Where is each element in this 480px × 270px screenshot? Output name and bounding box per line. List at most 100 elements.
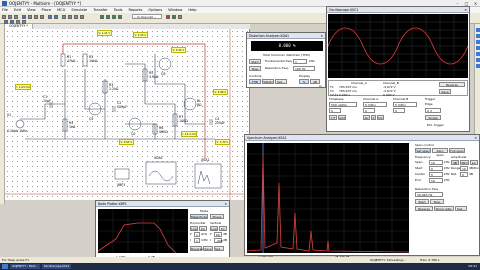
- add-mode-button[interactable]: Add: [338, 115, 346, 120]
- save-icon[interactable]: [14, 15, 18, 19]
- probe-label[interactable]: V: 4.88 V: [213, 89, 228, 95]
- set-button[interactable]: Set...: [275, 79, 287, 84]
- ref-input[interactable]: 0: [460, 172, 468, 177]
- probe-label[interactable]: V: 2.45 V: [133, 32, 148, 38]
- new-icon[interactable]: [2, 15, 6, 19]
- center-input[interactable]: 5: [429, 172, 443, 177]
- run-sim-icon[interactable]: [172, 15, 176, 19]
- probe-label[interactable]: V: 1.21 V: [97, 30, 112, 36]
- schematic-canvas[interactable]: R1 47kΩ C1 10µF R2 10kΩ R3 2.2kΩ C2 100µ…: [5, 29, 250, 200]
- v-final-input[interactable]: 60: [214, 232, 222, 237]
- magnitude-button[interactable]: Magnitude: [190, 214, 208, 219]
- show-refer-button[interactable]: Show refer.: [434, 206, 454, 211]
- channel-b-scale-input[interactable]: 5 V/Div: [393, 102, 417, 107]
- wattmeter-icon[interactable]: [476, 40, 480, 44]
- fund-freq-input[interactable]: 1: [293, 59, 307, 64]
- stop-button[interactable]: Stop: [430, 199, 444, 204]
- bode-plotter-icon[interactable]: [476, 52, 480, 56]
- bode-plotter-window[interactable]: Bode Plotter-XBP1 × Mode Magnitude Phase…: [95, 200, 230, 262]
- channel-a-scale-input[interactable]: 5 V/Div: [363, 102, 387, 107]
- probe-label[interactable]: V: 5.92 V: [171, 47, 186, 53]
- menu-simulate[interactable]: Simulate: [71, 8, 87, 12]
- percent-button[interactable]: %: [299, 79, 309, 84]
- open-icon[interactable]: [8, 15, 12, 19]
- close-icon[interactable]: ×: [474, 135, 477, 141]
- trigger-level-input[interactable]: 0 V: [425, 108, 441, 113]
- close-icon[interactable]: ×: [320, 33, 323, 39]
- component-transistor-icon[interactable]: [118, 15, 122, 19]
- v-initial-input[interactable]: -200: [214, 238, 223, 243]
- sinad-button[interactable]: SINAD: [262, 79, 274, 84]
- in-use-list-combo[interactable]: -- In-Use List --: [132, 14, 162, 19]
- menu-reports[interactable]: Reports: [129, 8, 143, 12]
- set-span-button[interactable]: Set span: [415, 148, 431, 153]
- component-ref[interactable]: Q3: [161, 72, 166, 76]
- taskbar-item[interactable]: Oscilloscope-XSC1: [41, 264, 72, 269]
- close-icon[interactable]: ×: [464, 7, 467, 13]
- v-log-button[interactable]: Log: [210, 226, 218, 231]
- component-ref[interactable]: Q2: [131, 132, 136, 136]
- menu-mcu[interactable]: MCU: [57, 8, 65, 12]
- channel-a-ypos-input[interactable]: 0: [363, 108, 375, 113]
- stop-sim-icon[interactable]: [166, 15, 170, 19]
- probe-label[interactable]: I: 12.4 mA: [181, 131, 198, 137]
- menu-place[interactable]: Place: [42, 8, 52, 12]
- probe-label[interactable]: I: 1.03 mA: [15, 84, 32, 90]
- resolution-input[interactable]: 39.063 Hz: [415, 192, 443, 197]
- start-input[interactable]: 0: [429, 166, 443, 171]
- thd-button[interactable]: THD: [249, 79, 261, 84]
- paste-icon[interactable]: [40, 15, 44, 19]
- instrument-ref[interactable]: XBP1: [117, 183, 125, 187]
- distortion-analyzer-window[interactable]: Distortion Analyzer-XDA1 × 0.000 % Total…: [246, 32, 326, 88]
- start-button[interactable]: Start: [415, 199, 429, 204]
- close-icon[interactable]: ×: [224, 201, 227, 207]
- distortion-analyzer-icon[interactable]: [476, 64, 480, 68]
- oscilloscope-window[interactable]: Oscilloscope-XSC1 × Channel_A Channel_B …: [326, 6, 470, 132]
- v-lin-button[interactable]: Lin: [219, 226, 227, 231]
- component-source-icon[interactable]: [100, 15, 104, 19]
- zero-span-button[interactable]: Zero span: [432, 148, 448, 157]
- stop-button[interactable]: Stop: [249, 66, 261, 71]
- save-button[interactable]: Save: [203, 246, 213, 251]
- ac-coupling-button[interactable]: AC: [363, 115, 370, 120]
- x-position-input[interactable]: 0: [329, 108, 341, 113]
- component-ref[interactable]: Q1: [89, 117, 94, 121]
- yt-mode-button[interactable]: Y/T: [329, 115, 337, 120]
- pause-sim-icon[interactable]: [178, 15, 182, 19]
- start-menu-icon[interactable]: [2, 264, 8, 269]
- set-button[interactable]: Set...: [455, 206, 467, 211]
- reverse-button[interactable]: Reverse: [439, 82, 465, 87]
- instrument-ref[interactable]: XDA1: [154, 156, 163, 160]
- menu-view[interactable]: View: [27, 8, 36, 12]
- spectrum-analyzer-title[interactable]: Spectrum Analyzer-XSA1 ×: [245, 135, 479, 141]
- channel-b-ypos-input[interactable]: 0: [393, 108, 405, 113]
- multimeter-icon[interactable]: [476, 28, 480, 32]
- amp-db-button[interactable]: dB: [451, 160, 459, 165]
- taskbar-item[interactable]: OOJENTYY - Mult...: [10, 264, 40, 269]
- cut-icon[interactable]: [28, 15, 32, 19]
- menu-tools[interactable]: Tools: [114, 8, 123, 12]
- component-ref[interactable]: V1: [7, 113, 11, 117]
- close-button[interactable]: ×: [472, 1, 479, 6]
- redo-icon[interactable]: [54, 15, 58, 19]
- component-resistor-icon[interactable]: [106, 15, 110, 19]
- full-span-button[interactable]: Full span: [449, 148, 465, 153]
- h-lin-button[interactable]: Lin: [199, 226, 207, 231]
- h-final-input[interactable]: 1: [194, 232, 200, 237]
- spectrum-analyzer-window[interactable]: Spectrum Analyzer-XSA1 × 1.000 kHz 75.42…: [244, 134, 480, 259]
- probe-label[interactable]: V: 7.30 V: [215, 139, 230, 145]
- print-icon[interactable]: [22, 15, 26, 19]
- menu-window[interactable]: Window: [168, 8, 182, 12]
- bode-plotter-title[interactable]: Bode Plotter-XBP1 ×: [96, 201, 229, 207]
- save-button[interactable]: Save: [439, 89, 451, 94]
- undo-icon[interactable]: [48, 15, 52, 19]
- zoom-in-icon[interactable]: [62, 15, 66, 19]
- probe-label[interactable]: V: 0.65 V: [119, 139, 134, 145]
- start-button[interactable]: Start: [249, 59, 261, 64]
- menu-options[interactable]: Options: [148, 8, 162, 12]
- copy-icon[interactable]: [34, 15, 38, 19]
- end-input[interactable]: 10: [429, 178, 443, 183]
- h-log-button[interactable]: Log: [190, 226, 198, 231]
- function-generator-icon[interactable]: [476, 34, 480, 38]
- spectrum-analyzer-icon[interactable]: [476, 58, 480, 62]
